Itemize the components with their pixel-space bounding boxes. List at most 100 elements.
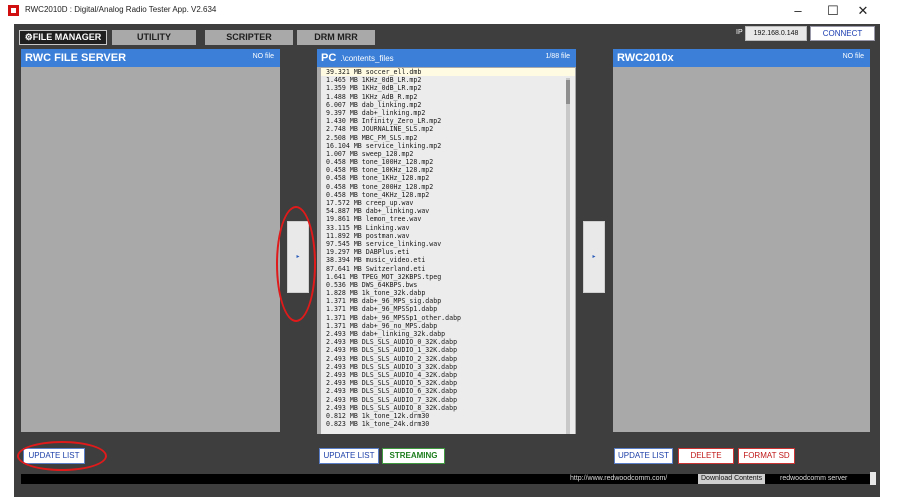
panel-title: PC .\contents_files bbox=[321, 52, 394, 64]
file-size: 2.508 bbox=[326, 133, 346, 142]
window-title: RWC2010D : Digital/Analog Radio Tester A… bbox=[25, 5, 217, 14]
file-size: 2.493 bbox=[326, 395, 346, 404]
tab-file-manager[interactable]: ⚙FILE MANAGER bbox=[19, 30, 107, 45]
file-row[interactable]: 1.488 MB 1KHz_AdB_R.mp2 bbox=[321, 93, 575, 101]
rwc2010x-file-list[interactable] bbox=[613, 67, 870, 432]
file-size: 0.458 bbox=[326, 174, 346, 183]
file-row[interactable]: 2.493 MB DLS_SLS_AUDIO_1_32K.dabp bbox=[321, 346, 575, 354]
file-row[interactable]: 2.493 MB DLS_SLS_AUDIO_0_32K.dabp bbox=[321, 338, 575, 346]
format-sd-button[interactable]: FORMAT SD bbox=[738, 448, 795, 464]
file-size: 19.861 bbox=[326, 215, 350, 224]
file-size-unit: MB bbox=[349, 411, 358, 420]
scrollbar-thumb[interactable] bbox=[566, 80, 570, 104]
file-row[interactable]: 1.371 MB dab+_96_MPS_sig.dabp bbox=[321, 297, 575, 305]
file-name: sweep_128.mp2 bbox=[361, 149, 414, 158]
file-row[interactable]: 2.748 MB JOURNALINE_SLS.mp2 bbox=[321, 125, 575, 133]
file-row[interactable]: 2.493 MB DLS_SLS_AUDIO_5_32K.dabp bbox=[321, 379, 575, 387]
delete-button[interactable]: DELETE bbox=[678, 448, 734, 464]
file-row[interactable]: 1.430 MB Infinity_Zero_LR.mp2 bbox=[321, 117, 575, 125]
file-name: DLS_SLS_AUDIO_0_32K.dabp bbox=[361, 338, 458, 347]
file-name: DLS_SLS_AUDIO_8_32K.dabp bbox=[361, 403, 458, 412]
file-row[interactable]: 1.007 MB sweep_128.mp2 bbox=[321, 150, 575, 158]
file-row[interactable]: 1.641 MB TPEG_MOT_32KBPS.tpeg bbox=[321, 273, 575, 281]
rwc-file-server-list[interactable] bbox=[21, 67, 280, 432]
tab-drm-mrr[interactable]: DRM MRR bbox=[297, 30, 375, 45]
transfer-to-server-button[interactable]: ▸ bbox=[287, 221, 309, 293]
file-row[interactable]: 0.823 MB 1k_tone_24k.drm30 bbox=[321, 420, 575, 428]
file-row[interactable]: 1.465 MB 1KHz_0dB_LR.mp2 bbox=[321, 76, 575, 84]
file-size-unit: MB bbox=[349, 297, 358, 306]
file-row[interactable]: 33.115 MB Linking.wav bbox=[321, 224, 575, 232]
minimize-button[interactable]: – bbox=[783, 2, 813, 20]
device-update-list-button[interactable]: UPDATE LIST bbox=[614, 448, 673, 464]
file-row[interactable]: 0.458 MB tone_200Hz_128.mp2 bbox=[321, 183, 575, 191]
file-size: 1.007 bbox=[326, 149, 346, 158]
file-size-unit: MB bbox=[349, 76, 358, 85]
server-update-list-button[interactable]: UPDATE LIST bbox=[23, 448, 85, 464]
file-row[interactable]: 19.297 MB DABPlus.eti bbox=[321, 248, 575, 256]
file-row[interactable]: 0.458 MB tone_1KHz_128.mp2 bbox=[321, 174, 575, 182]
file-row[interactable]: 39.321 MB soccer_ell.dmb bbox=[321, 68, 575, 77]
file-row[interactable]: 0.536 MB DWS_64KBPS.bws bbox=[321, 281, 575, 289]
file-row[interactable]: 1.371 MB dab+_96_no_MPS.dabp bbox=[321, 322, 575, 330]
file-row[interactable]: 2.493 MB dab+_linking_32k.dabp bbox=[321, 330, 575, 338]
file-name: Switzerland.eti bbox=[365, 264, 426, 273]
file-row[interactable]: 38.394 MB music_video.eti bbox=[321, 256, 575, 264]
file-row[interactable]: 19.861 MB lemon_tree.wav bbox=[321, 215, 575, 223]
tab-scripter[interactable]: SCRIPTER bbox=[205, 30, 293, 45]
file-name: DLS_SLS_AUDIO_7_32K.dabp bbox=[361, 395, 458, 404]
file-name: TPEG_MOT_32KBPS.tpeg bbox=[361, 272, 442, 281]
tab-label: FILE MANAGER bbox=[32, 32, 102, 42]
file-row[interactable]: 0.812 MB 1k_tone_12k.drm30 bbox=[321, 412, 575, 420]
file-row[interactable]: 2.493 MB DLS_SLS_AUDIO_2_32K.dabp bbox=[321, 355, 575, 363]
file-row[interactable]: 1.371 MB dab+_96_MPSSp1_other.dabp bbox=[321, 314, 575, 322]
file-row[interactable]: 2.493 MB DLS_SLS_AUDIO_8_32K.dabp bbox=[321, 404, 575, 412]
file-row[interactable]: 9.397 MB dab+_linking.mp2 bbox=[321, 109, 575, 117]
streaming-button[interactable]: STREAMING bbox=[382, 448, 445, 464]
file-size-unit: MB bbox=[353, 207, 362, 216]
file-name: dab+_96_MPSSp1_other.dabp bbox=[361, 313, 462, 322]
file-count: NO file bbox=[252, 53, 274, 60]
file-row[interactable]: 16.104 MB service_linking.mp2 bbox=[321, 142, 575, 150]
file-name: 1KHz_0dB_LR.mp2 bbox=[361, 76, 422, 85]
file-row[interactable]: 11.892 MB postman.wav bbox=[321, 232, 575, 240]
file-row[interactable]: 97.545 MB service_linking.wav bbox=[321, 240, 575, 248]
connect-button[interactable]: CONNECT bbox=[810, 26, 875, 41]
file-name: DWS_64KBPS.bws bbox=[361, 280, 418, 289]
pc-update-list-button[interactable]: UPDATE LIST bbox=[319, 448, 379, 464]
file-size: 2.493 bbox=[326, 370, 346, 379]
file-row[interactable]: 0.458 MB tone_100Hz_128.mp2 bbox=[321, 158, 575, 166]
download-contents-button[interactable]: Download Contents bbox=[698, 474, 766, 484]
file-size-unit: MB bbox=[349, 182, 358, 191]
file-row[interactable]: 6.007 MB dab_linking.mp2 bbox=[321, 101, 575, 109]
file-size-unit: MB bbox=[353, 215, 362, 224]
file-row[interactable]: 0.458 MB tone_10KHz_128.mp2 bbox=[321, 166, 575, 174]
file-name: dab+_96_MPSSp1.dabp bbox=[361, 305, 438, 314]
file-row[interactable]: 2.493 MB DLS_SLS_AUDIO_4_32K.dabp bbox=[321, 371, 575, 379]
file-row[interactable]: 87.641 MB Switzerland.eti bbox=[321, 265, 575, 273]
file-size: 0.458 bbox=[326, 166, 346, 175]
website-link[interactable]: http://www.redwoodcomm.com/ bbox=[570, 475, 667, 482]
close-button[interactable]: ✕ bbox=[848, 2, 878, 20]
file-row[interactable]: 2.493 MB DLS_SLS_AUDIO_7_32K.dabp bbox=[321, 396, 575, 404]
file-row[interactable]: 17.572 MB creep_up.wav bbox=[321, 199, 575, 207]
file-row[interactable]: 2.493 MB DLS_SLS_AUDIO_3_32K.dabp bbox=[321, 363, 575, 371]
file-row[interactable]: 1.371 MB dab+_96_MPSSp1.dabp bbox=[321, 305, 575, 313]
pc-file-list[interactable]: 39.321 MB soccer_ell.dmb 1.465 MB 1KHz_0d… bbox=[321, 68, 575, 434]
file-size-unit: MB bbox=[349, 125, 358, 134]
file-row[interactable]: 0.458 MB tone_4KHz_128.mp2 bbox=[321, 191, 575, 199]
file-row[interactable]: 2.493 MB DLS_SLS_AUDIO_6_32K.dabp bbox=[321, 387, 575, 395]
file-row[interactable]: 1.828 MB 1k_tone_32k.dabp bbox=[321, 289, 575, 297]
tab-utility[interactable]: UTILITY bbox=[112, 30, 196, 45]
file-row[interactable]: 54.887 MB dab+_linking.wav bbox=[321, 207, 575, 215]
file-size-unit: MB bbox=[349, 354, 358, 363]
file-count: 1/88 file bbox=[545, 53, 570, 60]
ip-address-field[interactable]: 192.168.0.148 bbox=[745, 26, 807, 41]
file-list-scrollbar[interactable] bbox=[566, 78, 570, 434]
transfer-to-device-button[interactable]: ▸ bbox=[583, 221, 605, 293]
file-name: dab+_linking_32k.dabp bbox=[361, 330, 446, 338]
file-size: 0.536 bbox=[326, 280, 346, 289]
file-row[interactable]: 2.508 MB MBC_FM_SLS.mp2 bbox=[321, 134, 575, 142]
file-row[interactable]: 1.359 MB 1KHz_0dB_LR.mp2 bbox=[321, 84, 575, 92]
maximize-button[interactable]: ☐ bbox=[818, 2, 848, 20]
